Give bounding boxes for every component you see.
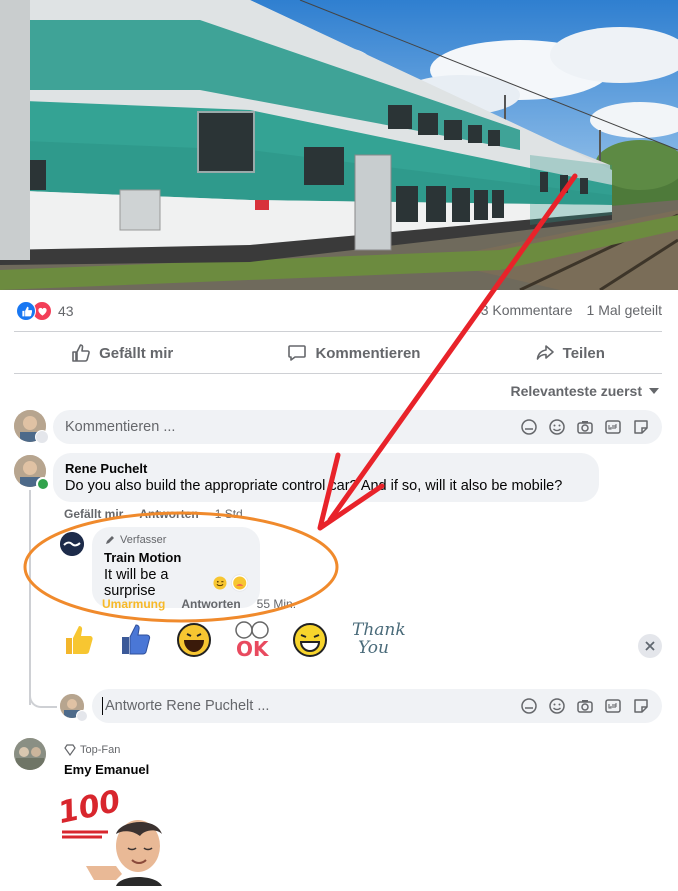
like-reaction-icon bbox=[16, 301, 36, 321]
annotation-arrow-shaft bbox=[327, 173, 578, 523]
annotation-ellipse bbox=[23, 511, 339, 623]
annotation-layer bbox=[23, 173, 578, 623]
